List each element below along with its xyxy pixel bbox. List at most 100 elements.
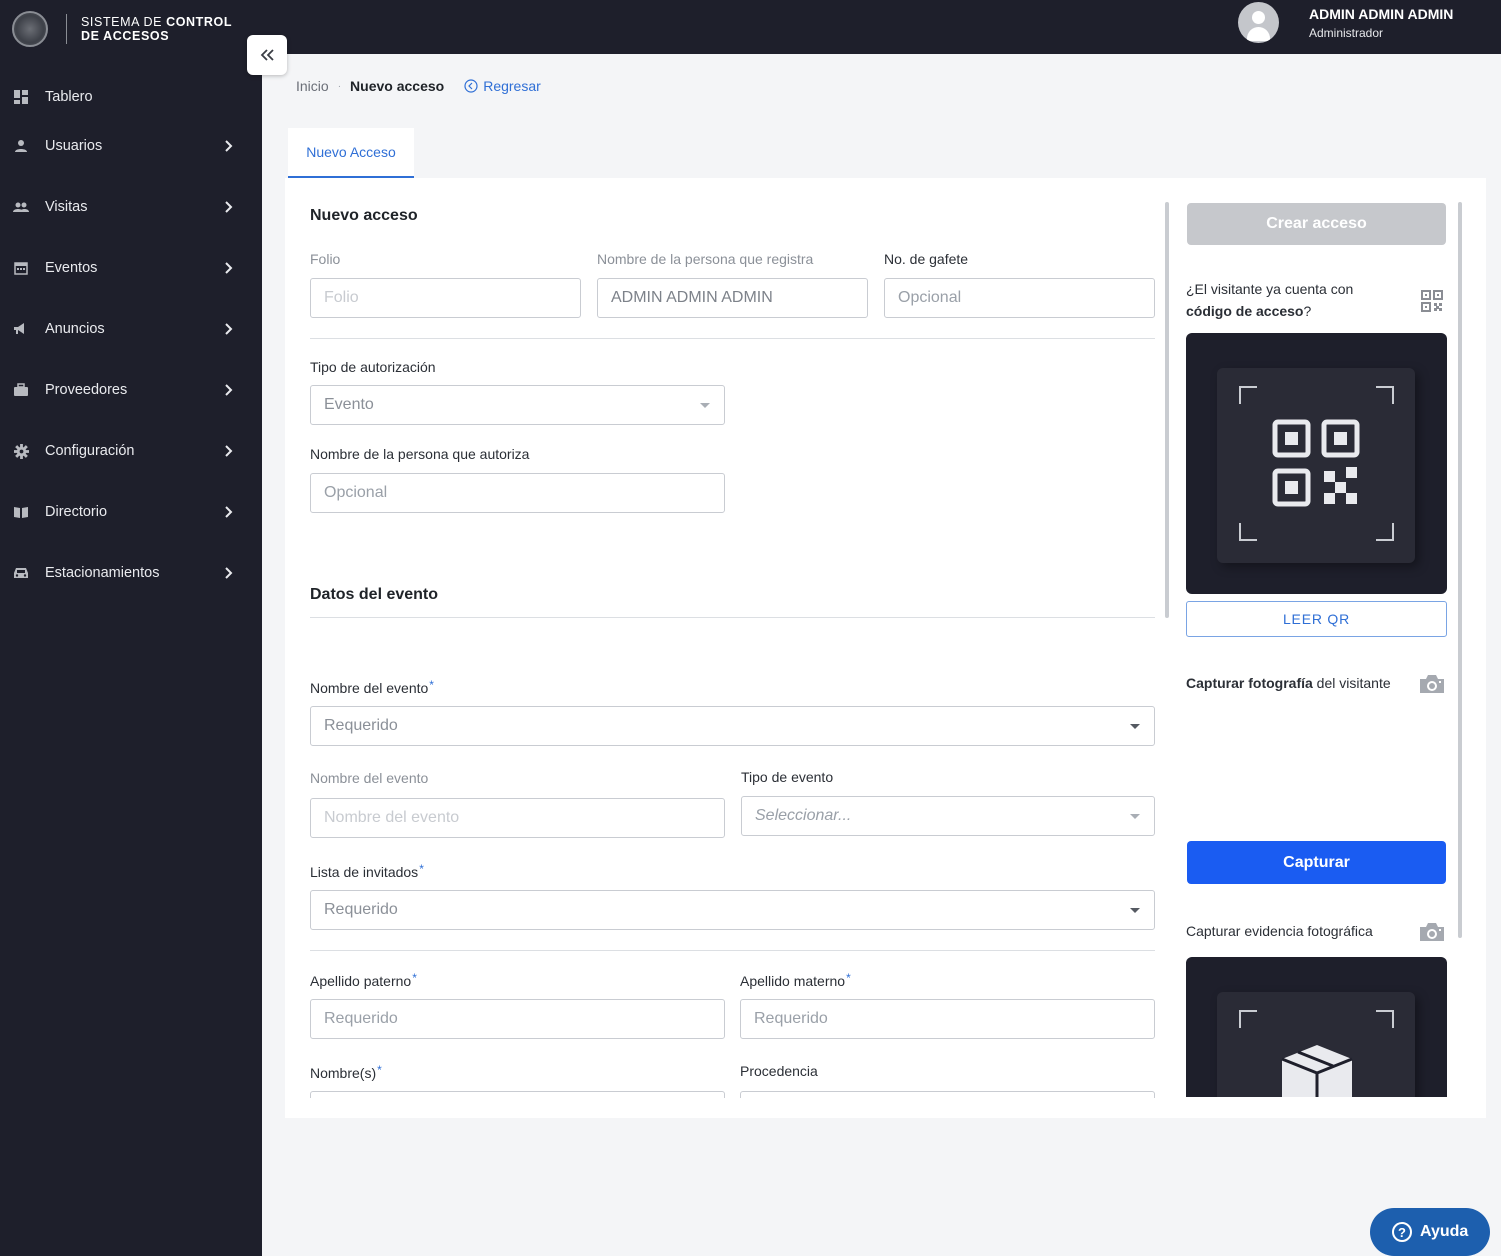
qr-question: ¿El visitante ya cuenta con código de ac…	[1186, 281, 1354, 319]
chevron-right-icon	[222, 262, 234, 274]
section-title-nuevo-acceso: Nuevo acceso	[310, 207, 418, 224]
qr-code-icon	[1272, 419, 1360, 507]
autoriza-input[interactable]	[310, 473, 725, 513]
chevron-right-icon	[222, 201, 234, 213]
evidence-preview	[1186, 957, 1447, 1097]
sidebar-item-proveedores[interactable]: Proveedores	[0, 370, 262, 410]
briefcase-icon	[13, 382, 29, 398]
sidebar-item-label: Usuarios	[45, 138, 103, 154]
breadcrumb-separator: ·	[337, 80, 342, 92]
section-title-datos-evento: Datos del evento	[310, 586, 439, 603]
divider	[310, 617, 1155, 618]
evento-select-label: Nombre del evento*	[310, 678, 434, 696]
capture-evidence-label: Capturar evidencia fotográfica	[1186, 923, 1373, 939]
gear-icon	[13, 443, 29, 459]
apellido-paterno-input[interactable]	[310, 999, 725, 1039]
logo-seal	[12, 11, 48, 47]
folio-input[interactable]	[310, 278, 581, 318]
calendar-icon	[13, 260, 29, 276]
user-role: Administrador	[1309, 26, 1384, 40]
package-icon	[1281, 1045, 1353, 1097]
sidebar-item-label: Visitas	[45, 199, 88, 215]
caret-down-icon	[1130, 908, 1140, 913]
procedencia-label: Procedencia	[740, 1063, 818, 1079]
gafete-input[interactable]	[884, 278, 1155, 318]
nombres-label: Nombre(s)*	[310, 1063, 382, 1081]
sidebar-item-estacionamientos[interactable]: Estacionamientos	[0, 553, 262, 593]
create-access-button[interactable]: Crear acceso	[1187, 203, 1446, 245]
megaphone-icon	[13, 321, 29, 337]
form-card: Nuevo acceso Folio Nombre de la persona …	[285, 178, 1486, 1118]
group-icon	[13, 199, 29, 215]
apellido-materno-input[interactable]	[740, 999, 1155, 1039]
back-circle-icon	[464, 79, 478, 93]
sidebar-item-label: Directorio	[45, 504, 108, 520]
qr-scanner-preview	[1186, 333, 1447, 594]
sidebar-item-anuncios[interactable]: Anuncios	[0, 309, 262, 349]
invitados-placeholder: Requerido	[324, 901, 398, 918]
sidebar-item-eventos[interactable]: Eventos	[0, 248, 262, 288]
breadcrumb-home[interactable]: Inicio	[296, 78, 329, 94]
car-icon	[13, 565, 29, 581]
registra-label: Nombre de la persona que registra	[597, 251, 814, 267]
nombres-input[interactable]	[310, 1091, 725, 1098]
help-button[interactable]: ? Ayuda	[1370, 1208, 1490, 1256]
chevron-right-icon	[222, 140, 234, 152]
evento-name-label: Nombre del evento	[310, 770, 429, 786]
sidebar-item-usuarios[interactable]: Usuarios	[0, 126, 262, 166]
caret-down-icon	[1130, 814, 1140, 819]
sidebar-item-tablero[interactable]: Tablero	[0, 77, 262, 117]
procedencia-input[interactable]	[740, 1091, 1155, 1098]
tipo-autorizacion-select[interactable]: Evento	[310, 385, 725, 425]
sidebar-item-label: Eventos	[45, 260, 98, 276]
double-chevron-left-icon	[260, 49, 274, 61]
chevron-right-icon	[222, 323, 234, 335]
camera-icon[interactable]	[1418, 921, 1446, 943]
capture-button[interactable]: Capturar	[1187, 841, 1446, 884]
tipo-evento-select[interactable]: Seleccionar...	[741, 796, 1155, 836]
sidebar-item-directorio[interactable]: Directorio	[0, 492, 262, 532]
camera-icon[interactable]	[1418, 673, 1446, 695]
divider	[310, 950, 1155, 951]
invitados-select[interactable]: Requerido	[310, 890, 1155, 930]
sidebar: Tablero Usuarios Visitas Eventos Anuncio…	[0, 54, 262, 1256]
book-icon	[13, 504, 29, 520]
form-scrollbar[interactable]	[1165, 202, 1169, 618]
evento-name-input[interactable]	[310, 798, 725, 838]
form-scroll-area: Nuevo acceso Folio Nombre de la persona …	[285, 198, 1165, 1098]
invitados-label: Lista de invitados*	[310, 862, 424, 880]
registra-input[interactable]	[597, 278, 868, 318]
tab-nuevo-acceso[interactable]: Nuevo Acceso	[288, 128, 414, 178]
back-link[interactable]: Regresar	[464, 78, 541, 94]
tipo-evento-placeholder: Seleccionar...	[755, 807, 852, 824]
caret-down-icon	[1130, 724, 1140, 729]
chevron-right-icon	[222, 567, 234, 579]
caret-down-icon	[700, 403, 710, 408]
dashboard-icon	[13, 89, 29, 105]
collapse-sidebar-button[interactable]	[247, 35, 287, 75]
read-qr-button[interactable]: LEER QR	[1186, 601, 1447, 637]
qr-code-icon	[1421, 290, 1443, 312]
avatar[interactable]	[1238, 2, 1279, 43]
back-link-label: Regresar	[483, 78, 541, 94]
folio-label: Folio	[310, 251, 341, 267]
chevron-right-icon	[222, 506, 234, 518]
chevron-right-icon	[222, 445, 234, 457]
sidebar-item-configuracion[interactable]: Configuración	[0, 431, 262, 471]
sidebar-item-visitas[interactable]: Visitas	[0, 187, 262, 227]
user-name[interactable]: ADMIN ADMIN ADMIN	[1309, 6, 1453, 22]
tipo-autorizacion-value: Evento	[324, 396, 374, 413]
user-icon	[13, 138, 29, 154]
gafete-label: No. de gafete	[884, 251, 969, 267]
logo-divider	[66, 14, 67, 44]
divider	[310, 338, 1155, 339]
evento-select[interactable]: Requerido	[310, 706, 1155, 746]
autoriza-label: Nombre de la persona que autoriza	[310, 446, 530, 462]
sidebar-item-label: Estacionamientos	[45, 565, 160, 581]
paterno-label: Apellido paterno*	[310, 971, 417, 989]
tipo-evento-label: Tipo de evento	[741, 769, 834, 785]
sidebar-item-label: Proveedores	[45, 382, 128, 398]
panel-scrollbar[interactable]	[1458, 202, 1462, 938]
breadcrumb: Inicio · Nuevo acceso Regresar	[296, 78, 541, 94]
chevron-right-icon	[222, 384, 234, 396]
